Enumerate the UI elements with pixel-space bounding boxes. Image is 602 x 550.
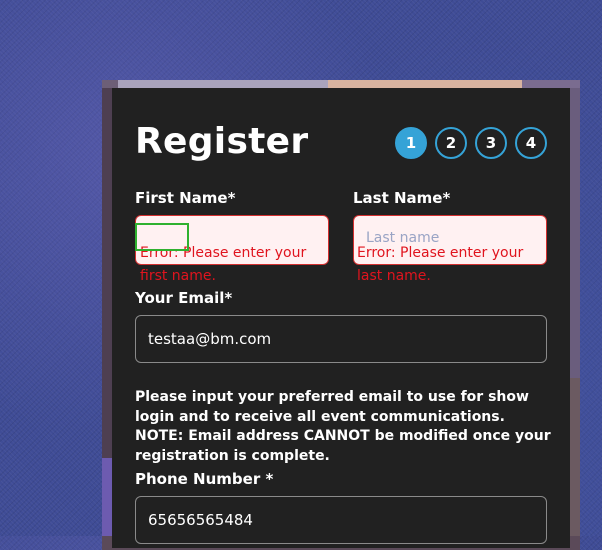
phone-field[interactable]: 65656565484 bbox=[135, 496, 547, 544]
step-4-button[interactable]: 4 bbox=[515, 127, 547, 159]
frame-top-strip bbox=[102, 80, 580, 88]
email-hint: Please input your preferred email to use… bbox=[135, 389, 551, 464]
email-label: Your Email* bbox=[135, 289, 233, 307]
frame-left-strip bbox=[102, 88, 112, 536]
page-title: Register bbox=[135, 121, 309, 162]
email-value: testaa@bm.com bbox=[148, 330, 272, 348]
register-card: Register 1 2 3 4 First Name* Error: Plea… bbox=[112, 88, 570, 548]
step-1-button[interactable]: 1 bbox=[395, 127, 427, 159]
step-3-button[interactable]: 3 bbox=[475, 127, 507, 159]
focus-highlight bbox=[135, 223, 189, 251]
email-field[interactable]: testaa@bm.com bbox=[135, 315, 547, 363]
last-name-error: Error: Please enter your last name. bbox=[357, 245, 524, 284]
step-2-button[interactable]: 2 bbox=[435, 127, 467, 159]
phone-value: 65656565484 bbox=[148, 511, 253, 529]
first-name-label: First Name* bbox=[135, 189, 236, 207]
last-name-label: Last Name* bbox=[353, 189, 451, 207]
phone-label: Phone Number * bbox=[135, 470, 274, 488]
step-indicator: 1 2 3 4 bbox=[395, 127, 547, 159]
frame-right-strip bbox=[570, 88, 580, 536]
